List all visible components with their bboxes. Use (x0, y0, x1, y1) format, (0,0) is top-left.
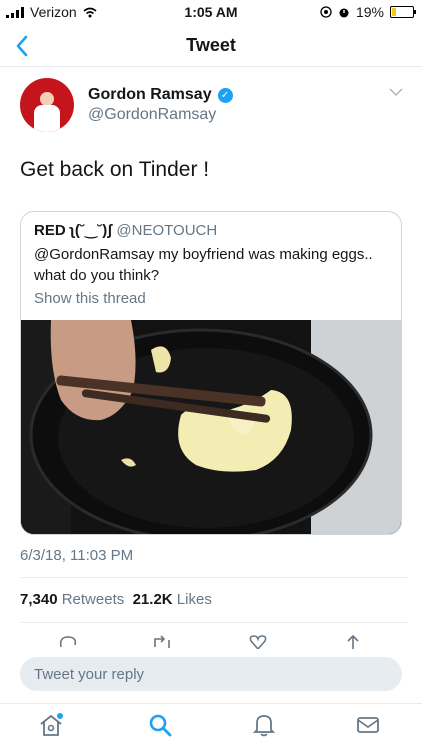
author-name: Gordon Ramsay (88, 86, 212, 103)
battery-icon (390, 6, 416, 18)
reply-input[interactable]: Tweet your reply (20, 657, 402, 691)
quoted-author-name: RED ʅ(˘‿˘)ʃ (34, 222, 113, 239)
avatar-head (40, 92, 54, 106)
likes-count[interactable]: 21.2K (133, 591, 173, 608)
retweets-count[interactable]: 7,340 (20, 591, 58, 608)
chevron-down-icon[interactable] (389, 88, 403, 97)
search-icon[interactable] (147, 712, 173, 738)
alarm-icon (339, 8, 349, 18)
avatar-body (34, 105, 60, 132)
retweet-icon[interactable] (152, 635, 172, 649)
battery-fill (392, 8, 396, 16)
quoted-author-handle: @NEOTOUCH (116, 222, 218, 239)
tweet-timestamp: 6/3/18, 11:03 PM (20, 547, 134, 564)
location-lock-icon (320, 6, 332, 18)
share-icon[interactable] (343, 635, 363, 649)
heart-icon[interactable] (248, 635, 268, 649)
status-right: 19% (320, 4, 416, 20)
likes-label[interactable]: Likes (177, 591, 212, 608)
page-title: Tweet (186, 35, 236, 55)
tweet-text: Get back on Tinder ! (20, 158, 210, 181)
battery-percent: 19% (355, 4, 384, 20)
quoted-tweet-card[interactable]: RED ʅ(˘‿˘)ʃ @NEOTOUCH @GordonRamsay my b… (20, 211, 402, 535)
home-icon[interactable] (38, 712, 64, 738)
show-thread-link[interactable]: Show this thread (34, 290, 146, 307)
author-handle[interactable]: @GordonRamsay (88, 106, 216, 124)
quoted-media-image[interactable] (21, 320, 401, 534)
bottom-tab-bar (0, 703, 422, 751)
quoted-tweet-text: @GordonRamsay my boyfriend was making eg… (34, 246, 373, 284)
author-name-row[interactable]: Gordon Ramsay ✓ (88, 86, 233, 104)
mail-icon[interactable] (355, 712, 381, 738)
divider (20, 577, 408, 578)
reply-placeholder: Tweet your reply (34, 666, 145, 683)
tweet-stats: 7,340 Retweets 21.2K Likes (20, 591, 212, 608)
tweet-actions (0, 635, 422, 649)
verified-badge-icon: ✓ (217, 87, 233, 103)
retweets-label[interactable]: Retweets (62, 591, 125, 608)
bell-icon[interactable] (251, 712, 277, 738)
tweet-author: Gordon Ramsay ✓ @GordonRamsay (20, 76, 405, 136)
quoted-author-row: RED ʅ(˘‿˘)ʃ @NEOTOUCH (34, 221, 217, 239)
reply-icon[interactable] (58, 635, 78, 649)
avatar[interactable] (20, 78, 74, 132)
nav-bar: Tweet (0, 26, 422, 67)
status-bar: Verizon 1:05 AM 19% (0, 0, 422, 24)
divider (20, 622, 408, 623)
